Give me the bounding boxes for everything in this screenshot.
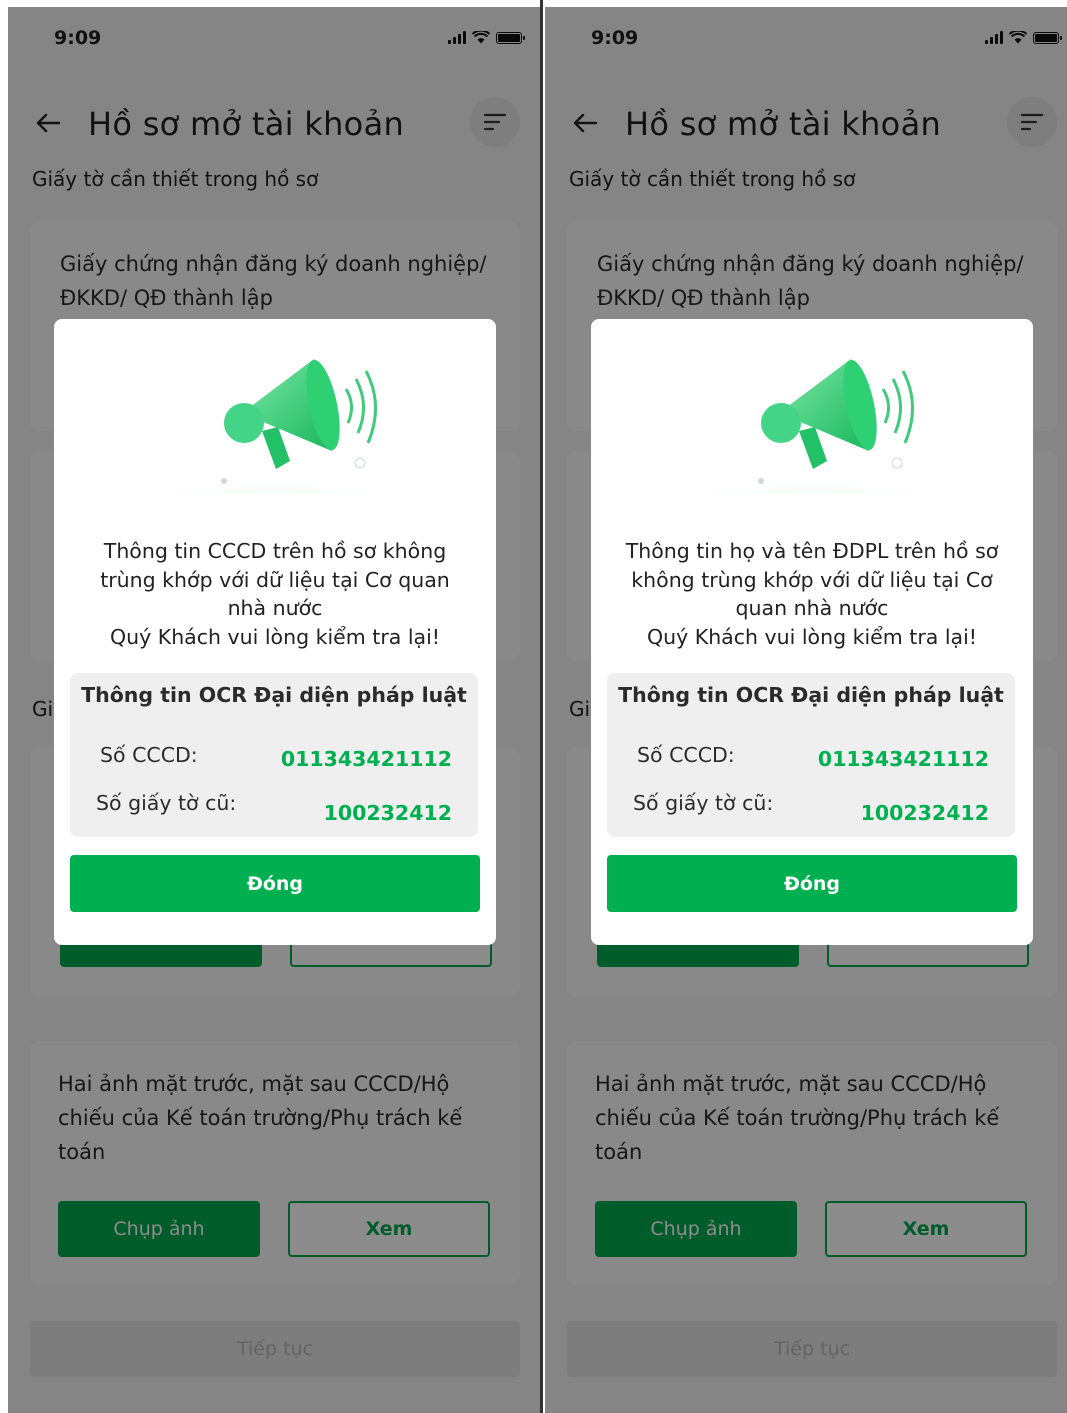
cccd-value: 011343421112	[817, 747, 989, 771]
cccd-label: Số CCCD:	[100, 743, 198, 767]
dialog-message-line: quan nhà nước	[735, 596, 889, 620]
old-document-label: Số giấy tờ cũ:	[96, 791, 237, 815]
dialog-message-line: không trùng khớp với dữ liệu tại Cơ	[631, 567, 993, 592]
dialog-message: Thông tin họ và tên ĐDPL trên hồ sơ khôn…	[605, 537, 1019, 651]
old-document-value: 100232412	[323, 801, 452, 825]
dialog-message-line: trùng khớp với dữ liệu tại Cơ quan	[100, 567, 450, 592]
ocr-info-box: Thông tin OCR Đại diện pháp luật Số CCCD…	[70, 673, 478, 837]
dialog-message-line: Thông tin họ và tên ĐDPL trên hồ sơ	[625, 539, 999, 563]
old-document-label: Số giấy tờ cũ:	[633, 791, 774, 815]
dialog-message-line: nhà nước	[227, 596, 323, 620]
close-button[interactable]: Đóng	[70, 855, 480, 912]
dialog-message: Thông tin CCCD trên hồ sơ không trùng kh…	[68, 537, 482, 651]
cccd-value: 011343421112	[280, 747, 452, 771]
mismatch-dialog: Thông tin họ và tên ĐDPL trên hồ sơ khôn…	[591, 319, 1033, 945]
ocr-info-box: Thông tin OCR Đại diện pháp luật Số CCCD…	[607, 673, 1015, 837]
dialog-message-line: Thông tin CCCD trên hồ sơ không	[103, 539, 447, 563]
megaphone-icon	[134, 359, 414, 493]
cccd-label: Số CCCD:	[637, 743, 735, 767]
old-document-value: 100232412	[860, 801, 989, 825]
ocr-info-title: Thông tin OCR Đại diện pháp luật	[618, 683, 1004, 707]
mismatch-dialog: Thông tin CCCD trên hồ sơ không trùng kh…	[54, 319, 496, 945]
dialog-message-line: Quý Khách vui lòng kiểm tra lại!	[646, 624, 978, 649]
megaphone-icon	[671, 359, 951, 493]
dialog-message-line: Quý Khách vui lòng kiểm tra lại!	[109, 624, 441, 649]
ocr-info-title: Thông tin OCR Đại diện pháp luật	[81, 683, 467, 707]
screen-divider	[540, 0, 543, 1413]
phone-screen-right: 9:09 Hồ sơ mở tài khoản Giấy tờ cần thiế…	[545, 7, 1067, 1413]
phone-screen-left: 9:09 Hồ sơ mở tài khoản Giấy tờ cần thiế…	[8, 7, 540, 1413]
close-button[interactable]: Đóng	[607, 855, 1017, 912]
